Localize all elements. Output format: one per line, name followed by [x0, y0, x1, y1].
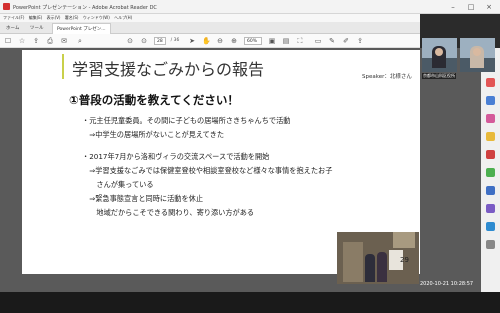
menu-bar: ファイル(F) 編集(E) 表示(V) 署名(S) ウィンドウ(W) ヘルプ(H…	[0, 14, 420, 22]
video-participant-2[interactable]	[460, 38, 495, 72]
speaker-label: Speaker：北様さん	[362, 74, 412, 80]
body-line: ⇒学習支援なごみでは保健室登校や相談室登校など様々な事情を抱えたお子	[82, 166, 333, 175]
zoom-out-icon[interactable]: ⊖	[216, 37, 224, 45]
toolbar: ☐ ☆ ⇪ ⎙ ✉ ⌕ ⊙ ⊙ 28 / 36 ➤ ✋ ⊖ ⊕ 60% ▣ ▤ …	[0, 34, 420, 48]
body-line: ⇒緊急事態宣言と同時に活動を休止	[82, 194, 204, 203]
recording-timestamp: 2020-10-21 10:28:57	[420, 281, 474, 287]
tab-home[interactable]: ホーム	[2, 23, 23, 34]
menu-help[interactable]: ヘルプ(H)	[114, 14, 132, 22]
hand-icon[interactable]: ✋	[202, 37, 211, 45]
zoom-in-icon[interactable]: ⊕	[230, 37, 238, 45]
tab-document[interactable]: PowerPoint プレゼン...	[52, 23, 111, 34]
menu-view[interactable]: 表示(V)	[47, 14, 61, 22]
body-line: ⇒中学生の居場所がないことが見えてきた	[82, 130, 225, 139]
share-icon[interactable]: ⇪	[356, 37, 364, 45]
title-bar: PowerPoint プレゼンテーション - Adobe Acrobat Rea…	[0, 0, 500, 14]
protect-icon[interactable]	[486, 204, 495, 213]
email-icon[interactable]: ✉	[60, 37, 68, 45]
maximize-icon[interactable]: □	[466, 2, 476, 12]
upload-icon[interactable]: ⇪	[32, 37, 40, 45]
menu-sign[interactable]: 署名(S)	[65, 14, 79, 22]
save-icon[interactable]: ☐	[4, 37, 12, 45]
title-accent-bar	[62, 54, 64, 79]
question-heading: ①普段の活動を教えてください！	[69, 93, 239, 107]
highlight-icon[interactable]: ✎	[328, 37, 336, 45]
search-icon[interactable]: ⌕	[76, 37, 84, 45]
menu-file[interactable]: ファイル(F)	[3, 14, 24, 22]
zoom-select[interactable]: 60%	[244, 37, 262, 45]
combine-files-icon[interactable]	[486, 150, 495, 159]
comment-icon[interactable]: ▭	[314, 37, 322, 45]
cursor-icon[interactable]: ➤	[188, 37, 196, 45]
organize-pages-icon[interactable]	[486, 168, 495, 177]
video-participant-1[interactable]	[422, 38, 457, 72]
page-total: / 36	[170, 38, 180, 43]
bookmark-icon[interactable]: ☆	[18, 37, 26, 45]
draw-icon[interactable]: ✐	[342, 37, 350, 45]
body-line: 地域だからこそできる関わり、寄り添い方がある	[82, 208, 255, 217]
app-window: PowerPoint プレゼンテーション - Adobe Acrobat Rea…	[0, 0, 500, 313]
tab-tools[interactable]: ツール	[26, 23, 48, 34]
scroll-mode-icon[interactable]: ▤	[282, 37, 290, 45]
body-line: ・2017年7月から洛和ヴィラの交流スペースで活動を開始	[82, 152, 270, 161]
participant-name-label: 京都市山科区役所	[422, 73, 456, 79]
redact-icon[interactable]	[486, 186, 495, 195]
fill-sign-icon[interactable]	[486, 222, 495, 231]
next-page-icon[interactable]: ⊙	[140, 37, 148, 45]
export-pdf-icon[interactable]	[486, 78, 495, 87]
menu-edit[interactable]: 編集(E)	[29, 14, 43, 22]
prev-page-icon[interactable]: ⊙	[126, 37, 134, 45]
edit-pdf-icon[interactable]	[486, 114, 495, 123]
fullscreen-icon[interactable]: ⛶	[296, 37, 304, 45]
menu-window[interactable]: ウィンドウ(W)	[83, 14, 110, 22]
more-tools-icon[interactable]	[486, 240, 495, 249]
fit-page-icon[interactable]: ▣	[268, 37, 276, 45]
window-title: PowerPoint プレゼンテーション - Adobe Acrobat Rea…	[13, 5, 157, 11]
page-number-input[interactable]: 28	[154, 37, 166, 45]
acrobat-icon	[3, 3, 10, 10]
minimize-icon[interactable]: –	[448, 2, 458, 12]
body-line: さんが集っている	[82, 180, 154, 189]
slide-title: 学習支援なごみからの報告	[72, 60, 265, 79]
print-icon[interactable]: ⎙	[46, 37, 54, 45]
body-line: ・元主任児童委員。その間に子どもの居場所さきちゃんちで活動	[82, 116, 291, 125]
close-icon[interactable]: ×	[484, 2, 494, 12]
comment-tool-icon[interactable]	[486, 132, 495, 141]
create-pdf-icon[interactable]	[486, 96, 495, 105]
tab-bar: ホーム ツール PowerPoint プレゼン...	[0, 22, 420, 34]
bottom-bar	[0, 292, 500, 313]
slide-number: 29	[400, 256, 409, 264]
